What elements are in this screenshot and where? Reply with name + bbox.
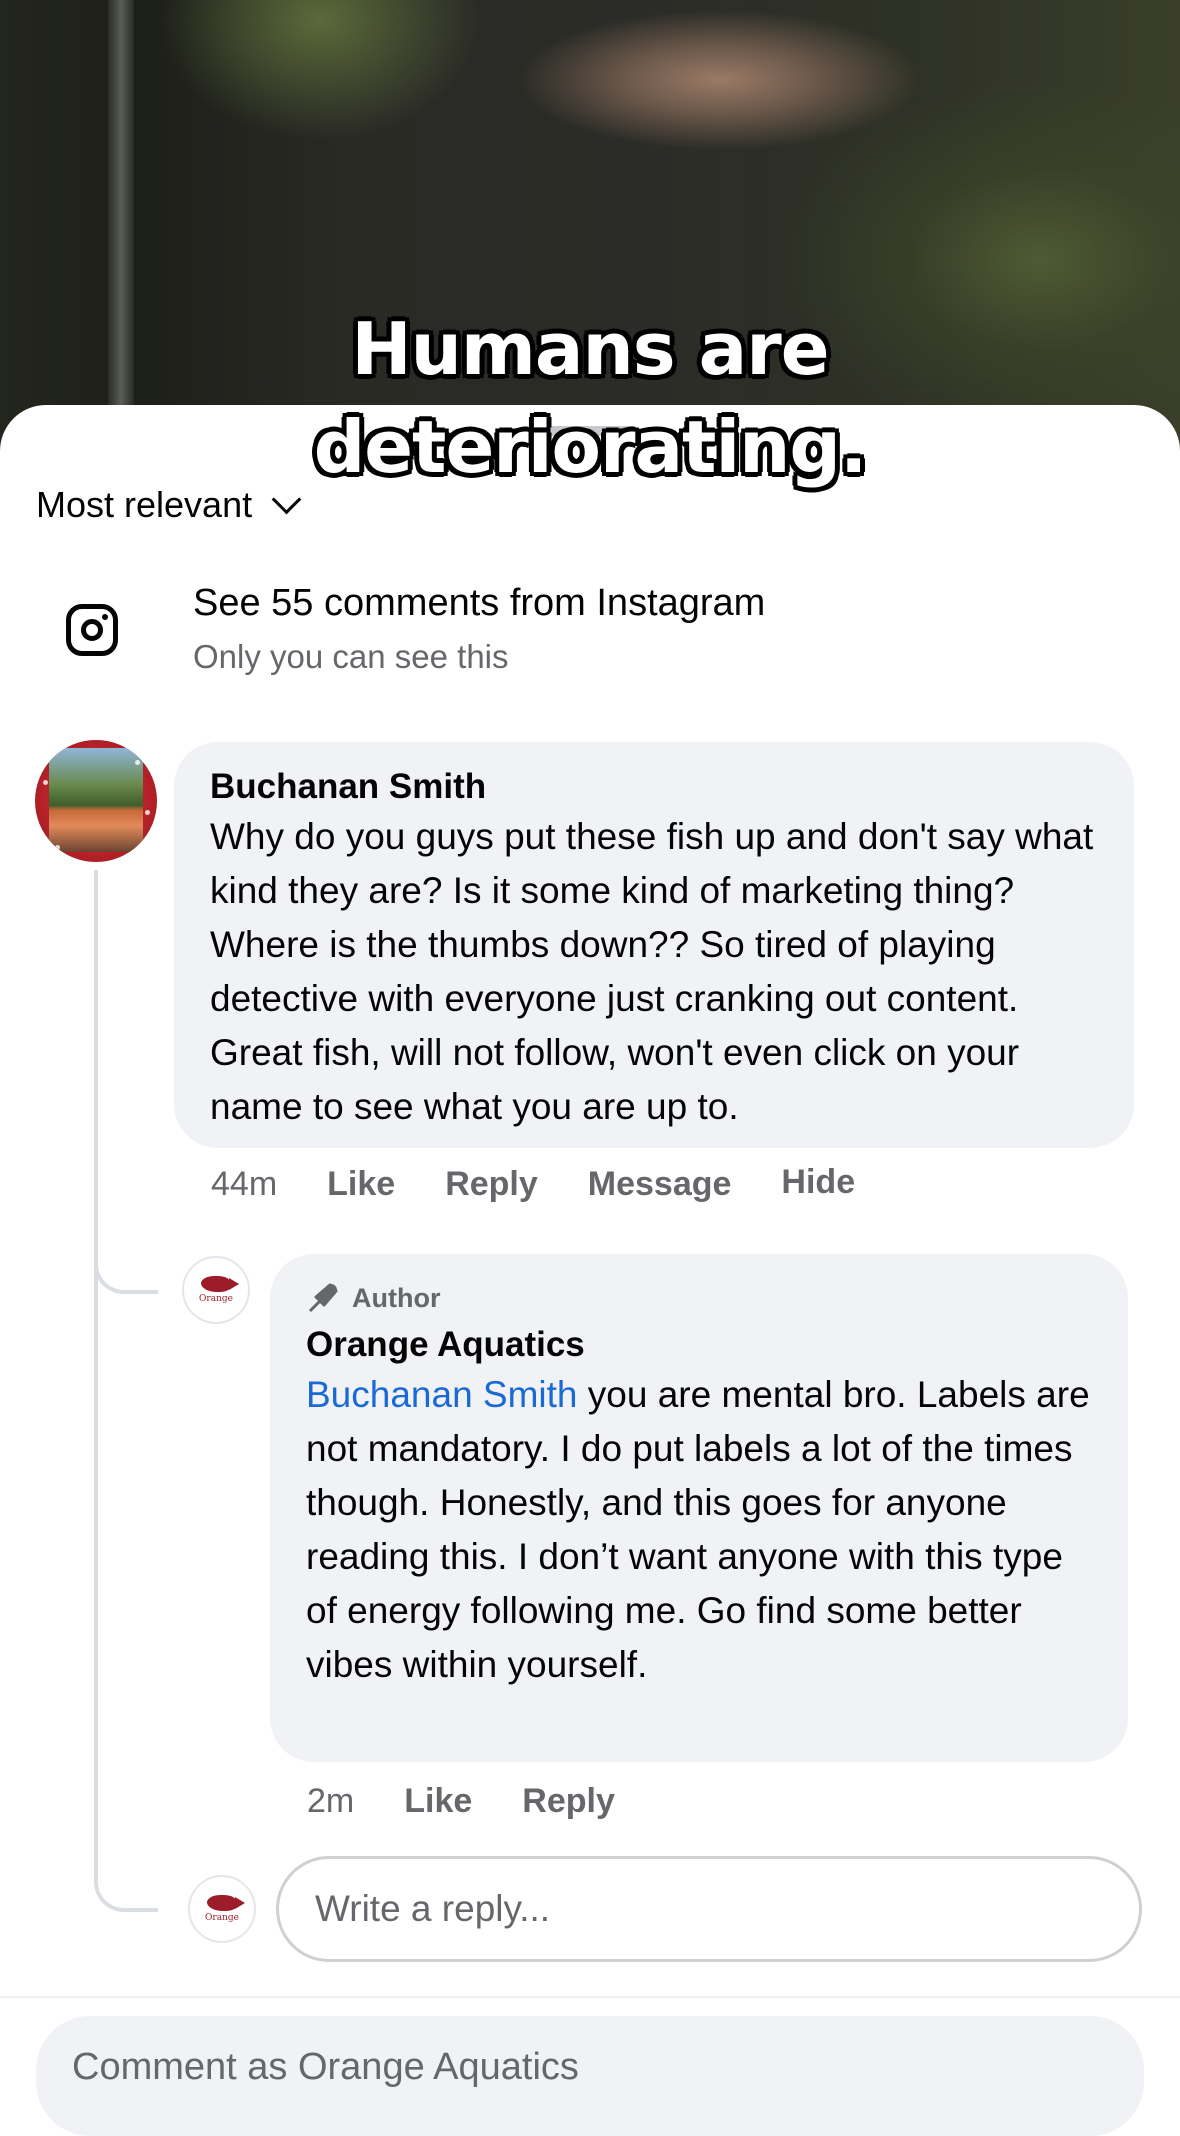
reply-author-name[interactable]: Orange Aquatics — [306, 1322, 1092, 1368]
avatar-orange-aquatics[interactable]: Orange — [182, 1256, 250, 1324]
thread-connector-line — [94, 870, 98, 1280]
comment-actions: 44m Like Reply Message Hide — [211, 1163, 905, 1204]
reply-body: you are mental bro. Labels are not manda… — [306, 1374, 1090, 1685]
author-badge: Author — [306, 1278, 1092, 1318]
like-button[interactable]: Like — [327, 1165, 395, 1204]
write-reply-input[interactable]: Write a reply... — [276, 1856, 1142, 1962]
author-badge-label: Author — [352, 1282, 441, 1313]
avatar-brand-text: Orange — [205, 1913, 239, 1923]
video-caption: Humans are deteriorating. — [0, 300, 1180, 496]
instagram-icon — [66, 604, 118, 656]
divider — [0, 1996, 1180, 1998]
fish-logo-icon — [201, 1276, 239, 1292]
reply-timestamp: 2m — [307, 1782, 355, 1820]
reply-button[interactable]: Reply — [445, 1165, 538, 1204]
avatar-brand-text: Orange — [199, 1294, 233, 1304]
reply-input-placeholder: Write a reply... — [315, 1888, 551, 1929]
avatar-orange-aquatics: Orange — [188, 1875, 256, 1943]
hide-button[interactable]: Hide — [781, 1163, 855, 1202]
reply-bubble[interactable]: Author Orange Aquatics Buchanan Smith yo… — [270, 1254, 1128, 1762]
fish-logo-icon — [207, 1895, 245, 1911]
avatar-buchanan-smith[interactable] — [35, 740, 157, 862]
microphone-icon — [308, 1283, 338, 1313]
like-button[interactable]: Like — [404, 1782, 472, 1821]
instagram-comments-link[interactable]: See 55 comments from Instagram Only you … — [0, 580, 1180, 690]
reply-actions: 2m Like Reply — [307, 1782, 665, 1821]
thread-connector-line — [94, 1280, 98, 1880]
reply-text: Buchanan Smith you are mental bro. Label… — [306, 1368, 1092, 1692]
comment-bubble[interactable]: Buchanan Smith Why do you guys put these… — [174, 742, 1134, 1148]
thread-connector-elbow — [94, 1220, 158, 1294]
caption-line-2: deteriorating. — [313, 405, 868, 489]
instagram-comments-subtitle: Only you can see this — [193, 638, 509, 675]
comment-input[interactable]: Comment as Orange Aquatics — [36, 2016, 1144, 2136]
comment-author-name[interactable]: Buchanan Smith — [210, 764, 1098, 810]
comment-text: Why do you guys put these fish up and do… — [210, 816, 1094, 1127]
comment-timestamp: 44m — [211, 1165, 278, 1203]
caption-line-1: Humans are — [351, 307, 829, 391]
instagram-comments-title: See 55 comments from Instagram — [193, 582, 766, 624]
thread-connector-elbow — [94, 1860, 158, 1912]
message-button[interactable]: Message — [588, 1165, 732, 1204]
mention-link[interactable]: Buchanan Smith — [306, 1374, 578, 1415]
reply-button[interactable]: Reply — [522, 1782, 615, 1821]
comment-input-placeholder: Comment as Orange Aquatics — [72, 2046, 579, 2088]
